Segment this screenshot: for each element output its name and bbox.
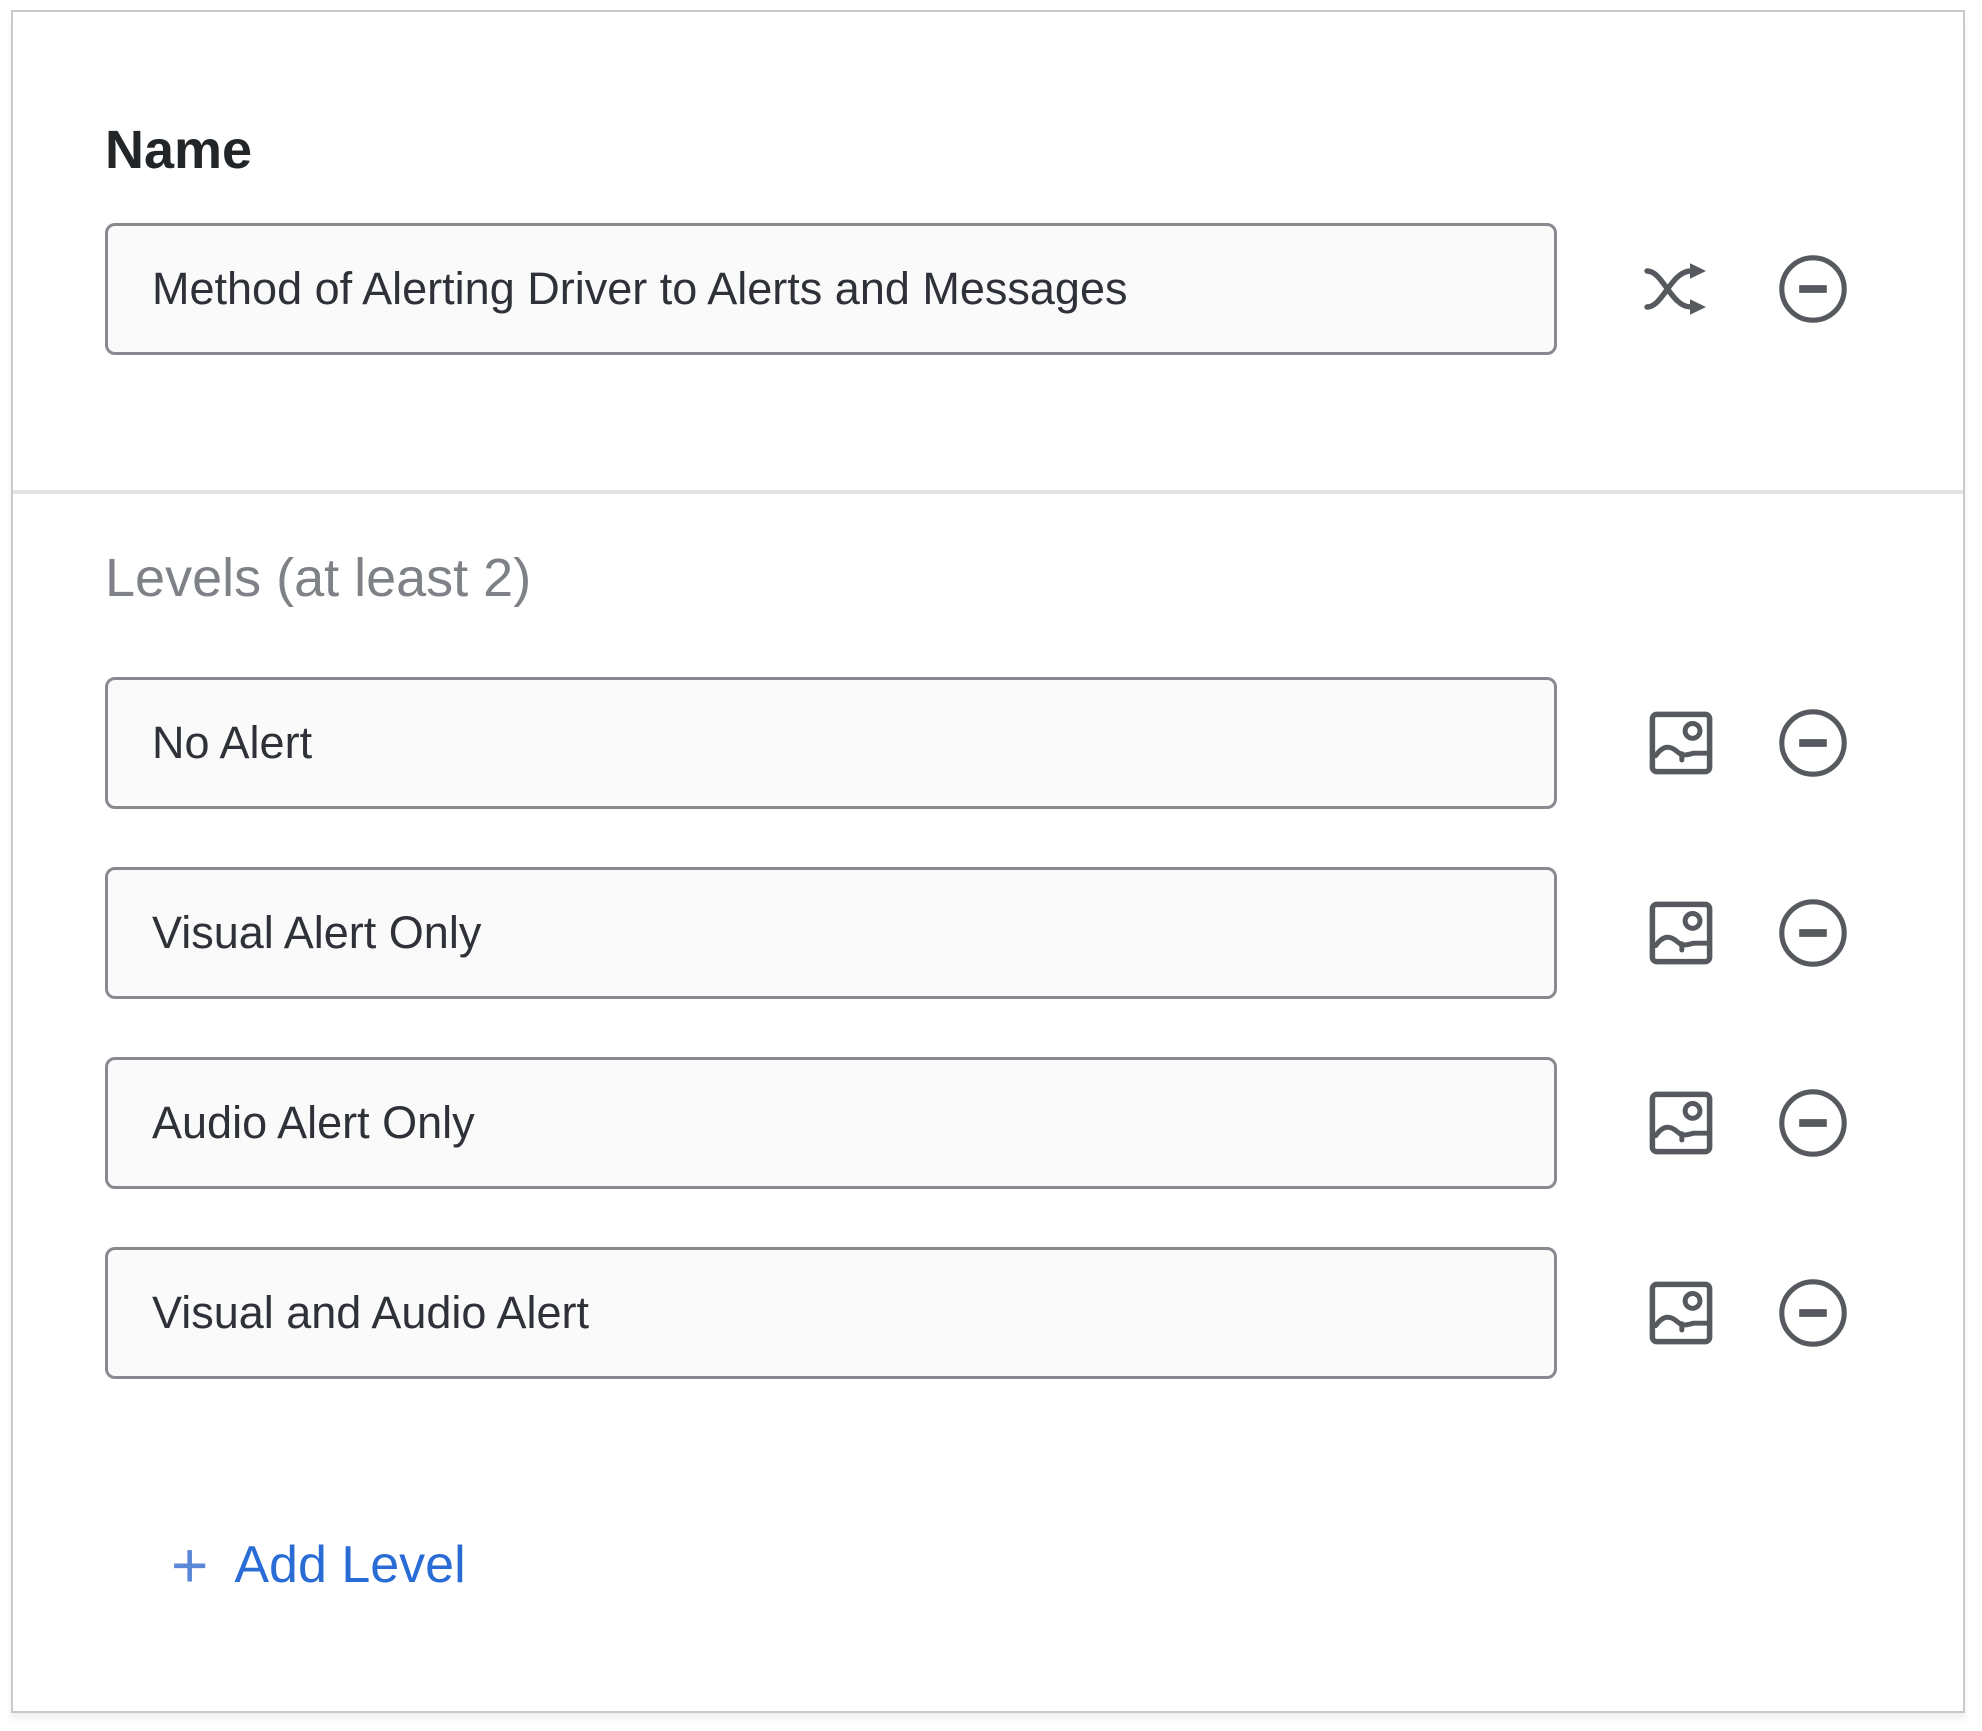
remove-name-button[interactable] xyxy=(1775,251,1851,327)
level-input[interactable] xyxy=(105,1247,1557,1379)
level-row xyxy=(105,677,1963,809)
level-image-button[interactable] xyxy=(1643,1085,1719,1161)
image-icon xyxy=(1648,710,1714,776)
remove-level-button[interactable] xyxy=(1775,895,1851,971)
remove-level-button[interactable] xyxy=(1775,1275,1851,1351)
level-image-button[interactable] xyxy=(1643,1275,1719,1351)
add-level-label: Add Level xyxy=(234,1535,465,1595)
level-input[interactable] xyxy=(105,677,1557,809)
name-section: Name xyxy=(13,12,1963,490)
add-level-button[interactable]: + Add Level xyxy=(171,1533,466,1597)
image-icon xyxy=(1648,1090,1714,1156)
randomize-button[interactable] xyxy=(1643,251,1719,327)
remove-level-button[interactable] xyxy=(1775,1085,1851,1161)
minus-circle-icon xyxy=(1777,707,1849,779)
plus-icon: + xyxy=(171,1533,208,1597)
minus-circle-icon xyxy=(1777,1277,1849,1349)
minus-circle-icon xyxy=(1777,897,1849,969)
image-icon xyxy=(1648,1280,1714,1346)
name-field-row xyxy=(105,223,1963,355)
question-editor-panel: Name xyxy=(11,10,1965,1713)
name-label: Name xyxy=(105,118,1963,183)
level-image-button[interactable] xyxy=(1643,705,1719,781)
name-input[interactable] xyxy=(105,223,1557,355)
levels-section: Levels (at least 2) xyxy=(13,494,1963,1597)
level-input[interactable] xyxy=(105,1057,1557,1189)
level-image-button[interactable] xyxy=(1643,895,1719,971)
image-icon xyxy=(1648,900,1714,966)
level-row xyxy=(105,1057,1963,1189)
levels-label: Levels (at least 2) xyxy=(105,546,1963,611)
remove-level-button[interactable] xyxy=(1775,705,1851,781)
minus-circle-icon xyxy=(1777,253,1849,325)
levels-list xyxy=(105,677,1963,1379)
level-row xyxy=(105,867,1963,999)
shuffle-icon xyxy=(1643,258,1719,320)
level-input[interactable] xyxy=(105,867,1557,999)
level-row xyxy=(105,1247,1963,1379)
minus-circle-icon xyxy=(1777,1087,1849,1159)
